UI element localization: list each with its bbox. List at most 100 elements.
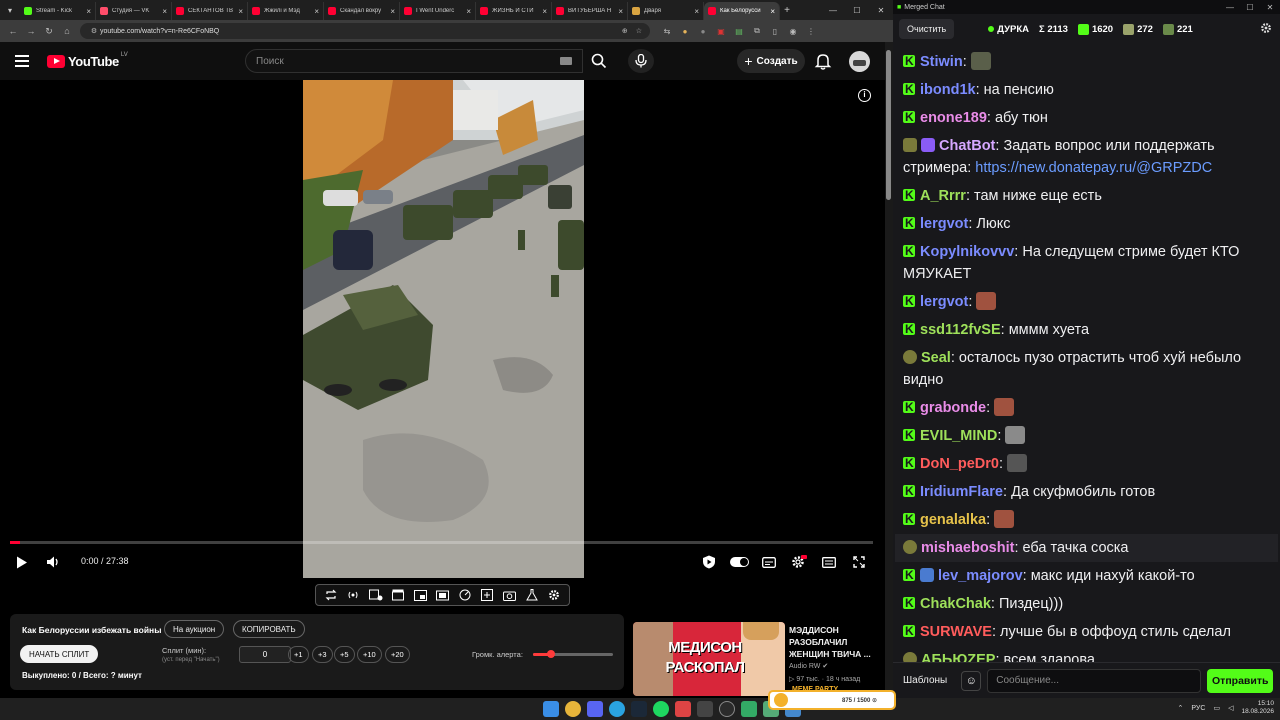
- chat-message[interactable]: ChakChak: Пиздец))): [903, 590, 1270, 618]
- chat-message[interactable]: DoN_peDr0:: [903, 450, 1270, 478]
- copy-button[interactable]: КОПИРОВАТЬ: [233, 620, 305, 638]
- emoji-button[interactable]: ☺: [961, 670, 982, 691]
- chat-message[interactable]: lergvot:: [903, 288, 1270, 316]
- chat-message[interactable]: mishaeboshit: еба тачка соска: [895, 534, 1278, 562]
- auction-button[interactable]: На аукцион: [164, 620, 225, 638]
- extensions-puzzle-icon[interactable]: ⧉: [748, 24, 766, 38]
- loop-icon[interactable]: [323, 588, 339, 602]
- browser-tab[interactable]: ЖИЗНЬ И СТИ ×: [476, 2, 552, 20]
- cinema-mode-icon[interactable]: [434, 588, 450, 602]
- search-button[interactable]: [583, 49, 615, 73]
- forward-icon[interactable]: →: [22, 26, 40, 36]
- chat-message[interactable]: genalalka:: [903, 506, 1270, 534]
- chat-username[interactable]: ssd112fvSE: [920, 322, 1001, 338]
- chat-message[interactable]: IridiumFlare: Да скуфмобиль готов: [903, 478, 1270, 506]
- chat-settings-gear-icon[interactable]: [1260, 22, 1272, 34]
- chat-username[interactable]: АБЬЮZЕР: [921, 652, 995, 662]
- spotify-icon[interactable]: [653, 701, 669, 717]
- split-step-button[interactable]: +10: [357, 646, 382, 663]
- clock[interactable]: 15:10 18.08.2026: [1241, 700, 1274, 716]
- clapperboard-icon[interactable]: [390, 588, 406, 602]
- chat-username[interactable]: ibond1k: [920, 82, 976, 98]
- extension-icon[interactable]: ▣: [712, 24, 730, 38]
- home-icon[interactable]: ⌂: [58, 26, 76, 36]
- chat-message[interactable]: A_Rrrr: там ниже еще есть: [903, 182, 1270, 210]
- browser-tab[interactable]: Дваря ×: [628, 2, 704, 20]
- maximize-icon[interactable]: ☐: [845, 6, 869, 15]
- chat-username[interactable]: IridiumFlare: [920, 484, 1003, 500]
- sponsorblock-button[interactable]: [701, 554, 717, 570]
- keyboard-icon[interactable]: [560, 57, 572, 65]
- recommended-video-thumbnail[interactable]: МЕДИСОН РАСКОПАЛ: [633, 622, 785, 696]
- start-menu-icon[interactable]: [543, 701, 559, 717]
- new-tab-button[interactable]: +: [780, 5, 794, 16]
- chat-link[interactable]: https://new.donatepay.ru/@GRPZDC: [975, 160, 1212, 176]
- search-input[interactable]: Поиск: [245, 49, 583, 73]
- chat-username[interactable]: ChakChak: [920, 596, 991, 612]
- chat-username[interactable]: A_Rrrr: [920, 188, 966, 204]
- split-step-button[interactable]: +1: [288, 646, 309, 663]
- menu-dots-icon[interactable]: ⋮: [802, 24, 820, 38]
- extension-icon[interactable]: ⇆: [658, 24, 676, 38]
- browser-tab[interactable]: ВИТУБЕРША Н ×: [552, 2, 628, 20]
- video-info-icon[interactable]: i: [858, 89, 871, 102]
- add-to-playlist-icon[interactable]: [479, 588, 495, 602]
- message-input[interactable]: Сообщение...: [987, 668, 1202, 693]
- chat-username[interactable]: Stiwin: [920, 54, 963, 70]
- language-indicator[interactable]: РУС: [1191, 705, 1205, 712]
- browser-tab[interactable]: Студия — VK ×: [96, 2, 172, 20]
- speedometer-icon[interactable]: [457, 588, 473, 602]
- send-button[interactable]: Отправить: [1207, 668, 1274, 693]
- menu-icon[interactable]: [15, 55, 37, 67]
- tab-close-icon[interactable]: ×: [314, 7, 319, 16]
- chat-username[interactable]: Seal: [921, 350, 951, 366]
- obs-icon[interactable]: [719, 701, 735, 717]
- bookmark-star-icon[interactable]: ☆: [636, 27, 642, 35]
- browser-tab[interactable]: I Went Underc ×: [400, 2, 476, 20]
- miniplayer-button[interactable]: [821, 554, 837, 570]
- tab-close-icon[interactable]: ×: [618, 7, 623, 16]
- notifications-bell-icon[interactable]: [814, 52, 832, 70]
- tab-close-icon[interactable]: ×: [466, 7, 471, 16]
- chat-message[interactable]: enone189: абу тюн: [903, 104, 1270, 132]
- clear-chat-button[interactable]: Очистить: [899, 19, 955, 39]
- chat-username[interactable]: Kopylnikovvv: [920, 244, 1014, 260]
- chrome-icon[interactable]: [565, 701, 581, 717]
- chat-username[interactable]: lergvot: [920, 294, 968, 310]
- fullscreen-button[interactable]: [851, 554, 867, 570]
- chat-message[interactable]: SURWAVE: лучше бы в оффоуд стиль сделал: [903, 618, 1270, 646]
- extension-icon[interactable]: ●: [676, 24, 694, 38]
- network-icon[interactable]: ▭: [1213, 704, 1220, 712]
- video-player[interactable]: i 0:00 / 27:38: [0, 80, 885, 578]
- start-split-button[interactable]: НАЧАТЬ СПЛИТ: [20, 645, 99, 663]
- screenshot-camera-icon[interactable]: [501, 588, 517, 602]
- youtube-logo[interactable]: YouTube LV: [47, 52, 128, 69]
- templates-button[interactable]: Шаблоны: [903, 675, 947, 686]
- account-avatar[interactable]: [849, 51, 870, 72]
- alert-volume-slider[interactable]: [533, 650, 613, 658]
- split-step-button[interactable]: +20: [385, 646, 410, 663]
- chat-message[interactable]: Seal: осталось пузо отрастить чтоб хуй н…: [903, 344, 1270, 394]
- chat-minimize-icon[interactable]: —: [1220, 3, 1240, 12]
- split-step-button[interactable]: +3: [312, 646, 333, 663]
- chat-username[interactable]: lergvot: [920, 216, 968, 232]
- tab-close-icon[interactable]: ×: [694, 7, 699, 16]
- chat-username[interactable]: ChatBot: [939, 138, 995, 154]
- volume-button[interactable]: [45, 554, 61, 570]
- site-info-icon[interactable]: ⚙: [88, 27, 100, 35]
- chat-message[interactable]: EVIL_MIND:: [903, 422, 1270, 450]
- flask-icon[interactable]: [524, 588, 540, 602]
- back-icon[interactable]: ←: [4, 26, 22, 36]
- chat-message[interactable]: lev_majorov: макс иди нахуй какой-то: [903, 562, 1270, 590]
- chat-username[interactable]: enone189: [920, 110, 987, 126]
- recommended-video-title[interactable]: МЭДДИСОН РАЗОБЛАЧИЛ ЖЕНЩИН ТВИЧА ...: [789, 624, 879, 660]
- create-button[interactable]: + Создать: [737, 49, 805, 73]
- audio-mode-icon[interactable]: [345, 588, 361, 602]
- zoom-icon[interactable]: ⊕: [622, 27, 628, 35]
- chat-username[interactable]: lev_majorov: [938, 568, 1023, 584]
- browser-tab[interactable]: СЕКТАНТОВ ТВ ×: [172, 2, 248, 20]
- subtitles-button[interactable]: [761, 554, 777, 570]
- browser-tab[interactable]: Скандал вокру ×: [324, 2, 400, 20]
- address-bar[interactable]: ⚙ youtube.com/watch?v=n-Re6CFoNBQ ⊕ ☆: [80, 23, 650, 39]
- chat-message[interactable]: ibond1k: на пенсию: [903, 76, 1270, 104]
